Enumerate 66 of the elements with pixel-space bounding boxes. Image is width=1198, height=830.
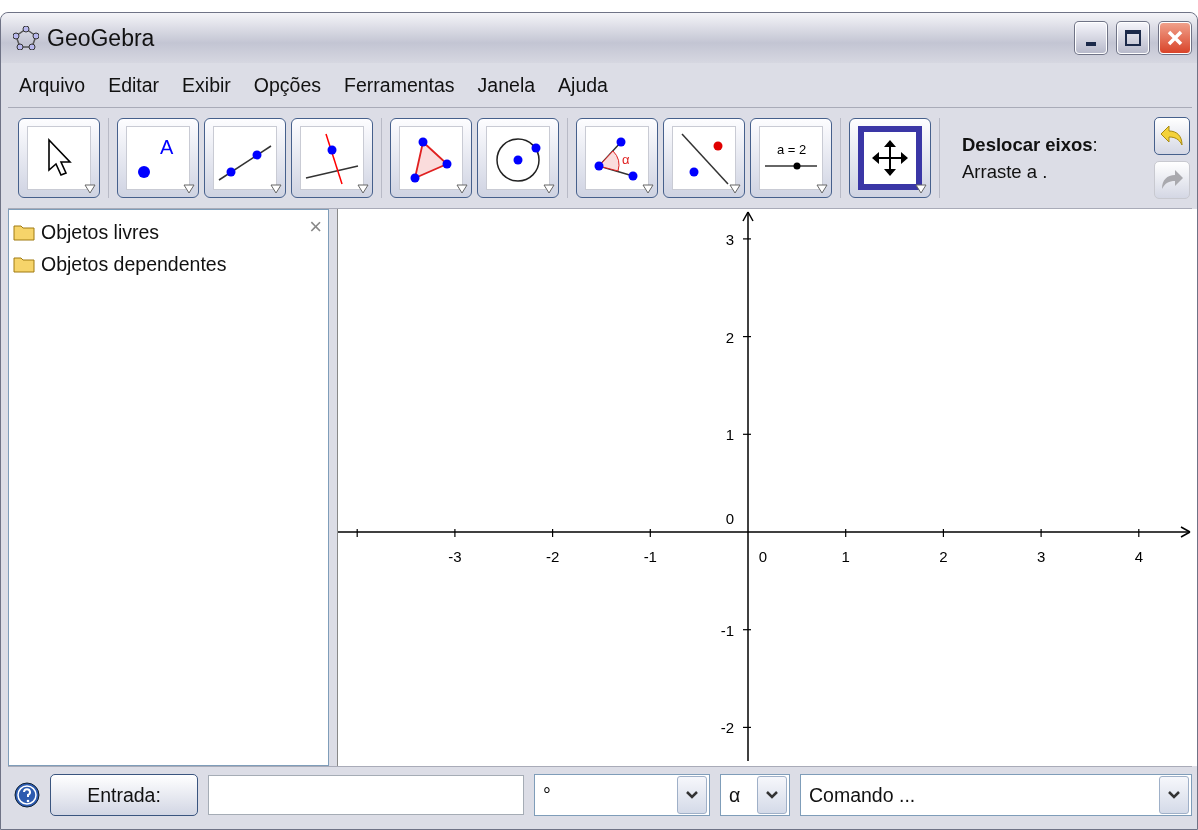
tool-button[interactable] bbox=[849, 118, 931, 198]
menu-item[interactable]: Opções bbox=[242, 73, 334, 97]
close-button[interactable] bbox=[1159, 22, 1191, 54]
menu-item[interactable]: Ajuda bbox=[547, 73, 620, 97]
maximize-icon bbox=[1124, 29, 1142, 47]
degree-select[interactable]: ° bbox=[534, 774, 710, 816]
axis-label: 3 bbox=[1036, 548, 1046, 565]
axis-label: 4 bbox=[1134, 548, 1143, 565]
tool-button[interactable] bbox=[663, 118, 745, 198]
dropdown-triangle-icon bbox=[84, 184, 96, 194]
dropdown-triangle-icon bbox=[729, 184, 741, 194]
input-field[interactable] bbox=[208, 775, 524, 815]
axis-label: 1 bbox=[725, 426, 734, 444]
axis-label: -2 bbox=[720, 719, 734, 737]
symbol-select[interactable]: α bbox=[720, 774, 790, 816]
dropdown-triangle-icon bbox=[357, 184, 369, 194]
close-icon bbox=[1166, 29, 1184, 47]
input-button[interactable]: Entrada: bbox=[50, 774, 198, 816]
tool-help-text: Deslocar eixos: Arraste a . bbox=[962, 133, 1099, 184]
dropdown-triangle-icon bbox=[456, 184, 468, 194]
folder-icon bbox=[13, 223, 35, 241]
dropdown-triangle-icon bbox=[915, 184, 927, 194]
menu-item[interactable]: Arquivo bbox=[8, 73, 98, 97]
pentagon-logo-icon bbox=[13, 26, 39, 50]
tree-item[interactable]: Objetos dependentes bbox=[41, 252, 227, 276]
tool-button[interactable]: A bbox=[117, 118, 199, 198]
move-arrows-icon bbox=[870, 138, 910, 178]
axis-label: -1 bbox=[643, 548, 657, 565]
tool-button[interactable] bbox=[18, 118, 100, 198]
tool-button[interactable]: a = 2 bbox=[750, 118, 832, 198]
dropdown-triangle-icon bbox=[270, 184, 282, 194]
axis-label: 1 bbox=[841, 548, 850, 565]
axis-label: 2 bbox=[939, 548, 948, 565]
axis-label: 0 bbox=[725, 510, 734, 527]
dropdown-triangle-icon bbox=[183, 184, 195, 194]
menu-item[interactable]: Ferramentas bbox=[333, 73, 467, 97]
axis-label: -2 bbox=[545, 548, 560, 565]
axis-label: 3 bbox=[725, 230, 734, 248]
tool-button[interactable] bbox=[291, 118, 373, 198]
undo-button[interactable] bbox=[1154, 117, 1190, 155]
caret-icon bbox=[765, 790, 779, 800]
axis-label: 0 bbox=[758, 548, 768, 565]
tool-button[interactable] bbox=[477, 118, 559, 198]
caret-icon bbox=[1167, 790, 1181, 800]
tool-button[interactable] bbox=[204, 118, 286, 198]
window-title: GeoGebra bbox=[47, 24, 156, 52]
minimize-icon bbox=[1086, 42, 1096, 46]
minimize-button[interactable] bbox=[1075, 22, 1107, 54]
help-icon[interactable] bbox=[14, 782, 40, 808]
folder-icon bbox=[13, 255, 35, 273]
axis-label: 2 bbox=[725, 328, 734, 346]
menu-item[interactable]: Editar bbox=[97, 73, 172, 97]
dropdown-triangle-icon bbox=[543, 184, 555, 194]
tool-button[interactable] bbox=[390, 118, 472, 198]
tool-button[interactable]: α bbox=[576, 118, 658, 198]
axis-label: -3 bbox=[448, 548, 462, 565]
close-panel-button[interactable]: × bbox=[309, 214, 322, 240]
maximize-button[interactable] bbox=[1117, 22, 1149, 54]
menu-item[interactable]: Exibir bbox=[171, 73, 243, 97]
command-select[interactable]: Comando ... bbox=[800, 774, 1192, 816]
tree-item[interactable]: Objetos livres bbox=[41, 220, 160, 244]
menu-item[interactable]: Janela bbox=[466, 73, 548, 97]
axis-label: -1 bbox=[720, 621, 734, 639]
dropdown-triangle-icon bbox=[816, 184, 828, 194]
caret-icon bbox=[685, 790, 699, 800]
dropdown-triangle-icon bbox=[642, 184, 654, 194]
